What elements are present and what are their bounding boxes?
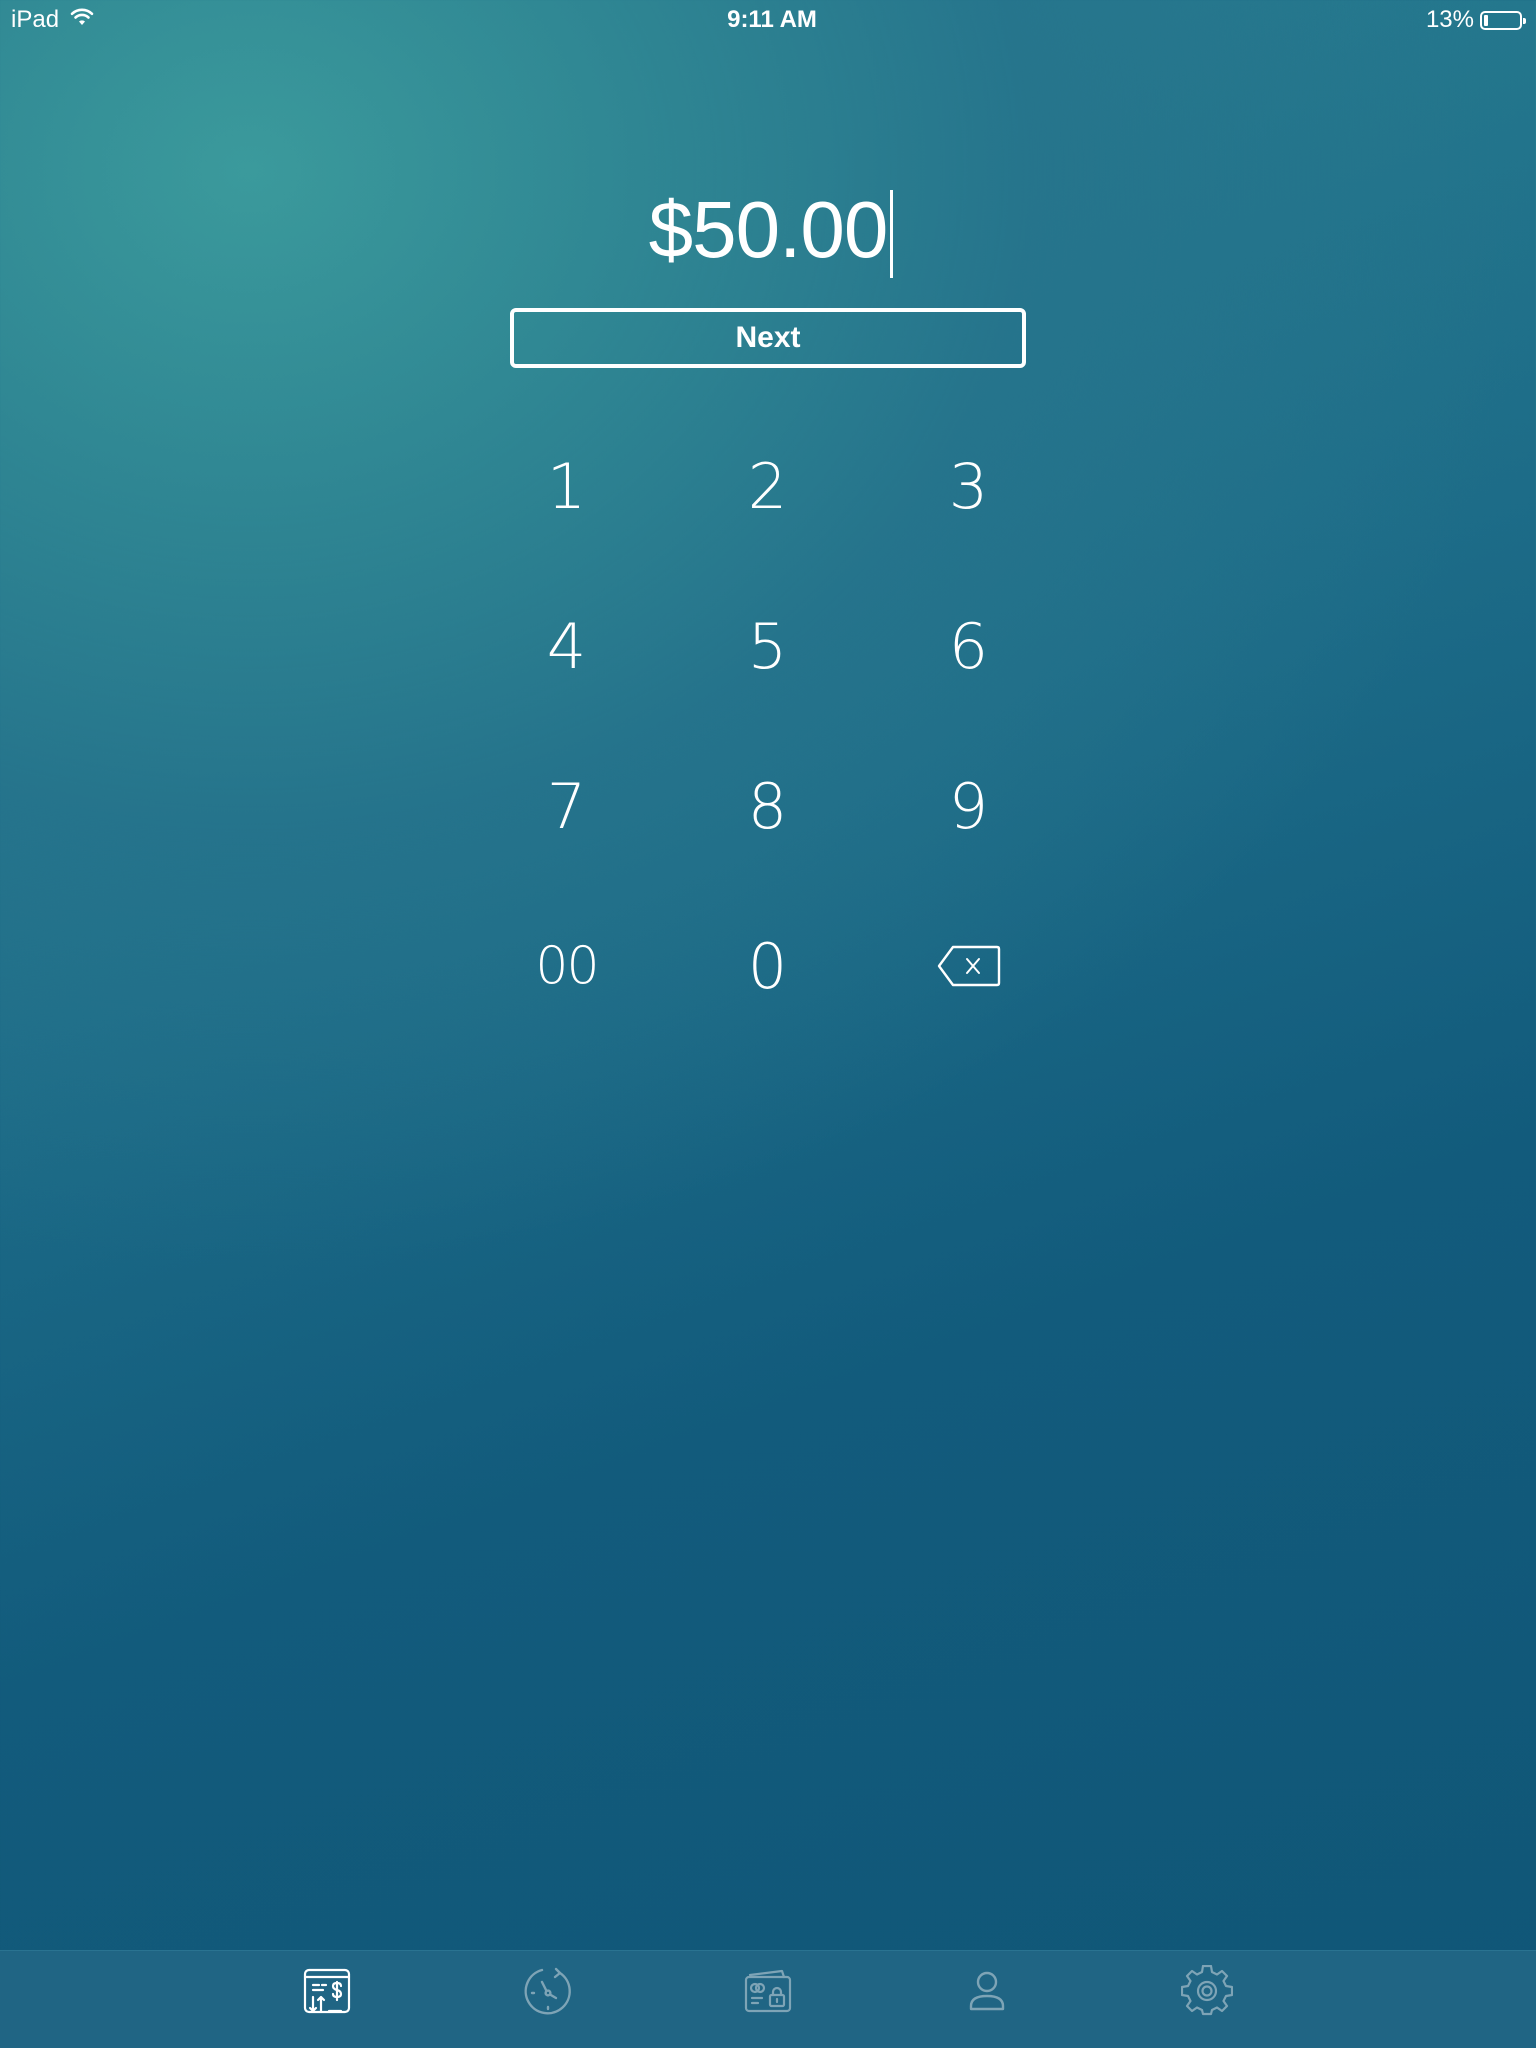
key-backspace[interactable] xyxy=(868,886,1069,1046)
key-8[interactable]: 8 xyxy=(667,726,868,886)
next-button[interactable]: Next xyxy=(510,308,1026,368)
user-icon xyxy=(961,1965,1013,2022)
tab-settings[interactable] xyxy=(1177,1963,1237,2023)
tab-profile[interactable] xyxy=(957,1963,1017,2023)
key-7[interactable]: 7 xyxy=(466,726,667,886)
key-4[interactable]: 4 xyxy=(466,566,667,726)
tab-wallet[interactable] xyxy=(738,1963,798,2023)
transactions-icon xyxy=(301,1965,353,2022)
battery-icon xyxy=(1480,10,1526,30)
keypad: 1 2 3 4 5 6 7 8 9 00 0 xyxy=(466,406,1070,1046)
wallet-lock-icon xyxy=(742,1965,794,2022)
amount-field[interactable]: $50.00 xyxy=(648,180,894,280)
tab-transactions[interactable] xyxy=(297,1963,357,2023)
key-1[interactable]: 1 xyxy=(466,406,667,566)
key-0[interactable]: 0 xyxy=(667,886,868,1046)
amount-display: $50.00 xyxy=(0,180,1536,280)
history-icon xyxy=(522,1965,574,2022)
key-3[interactable]: 3 xyxy=(868,406,1069,566)
key-double-zero[interactable]: 00 xyxy=(466,886,667,1046)
tab-history[interactable] xyxy=(518,1963,578,2023)
gear-icon xyxy=(1180,1964,1234,2022)
key-6[interactable]: 6 xyxy=(868,566,1069,726)
status-right: 13% xyxy=(1425,6,1526,34)
battery-percent: 13% xyxy=(1425,6,1474,33)
text-caret xyxy=(890,190,894,278)
status-time: 9:11 AM xyxy=(727,6,817,33)
key-5[interactable]: 5 xyxy=(667,566,868,726)
battery-fill xyxy=(1484,14,1488,26)
backspace-icon xyxy=(937,930,1001,1003)
status-bar: iPad 9:11 AM 13% xyxy=(0,0,1536,40)
key-2[interactable]: 2 xyxy=(667,406,868,566)
tab-bar xyxy=(0,1950,1536,2048)
key-9[interactable]: 9 xyxy=(868,726,1069,886)
amount-value: $50.00 xyxy=(648,185,889,274)
